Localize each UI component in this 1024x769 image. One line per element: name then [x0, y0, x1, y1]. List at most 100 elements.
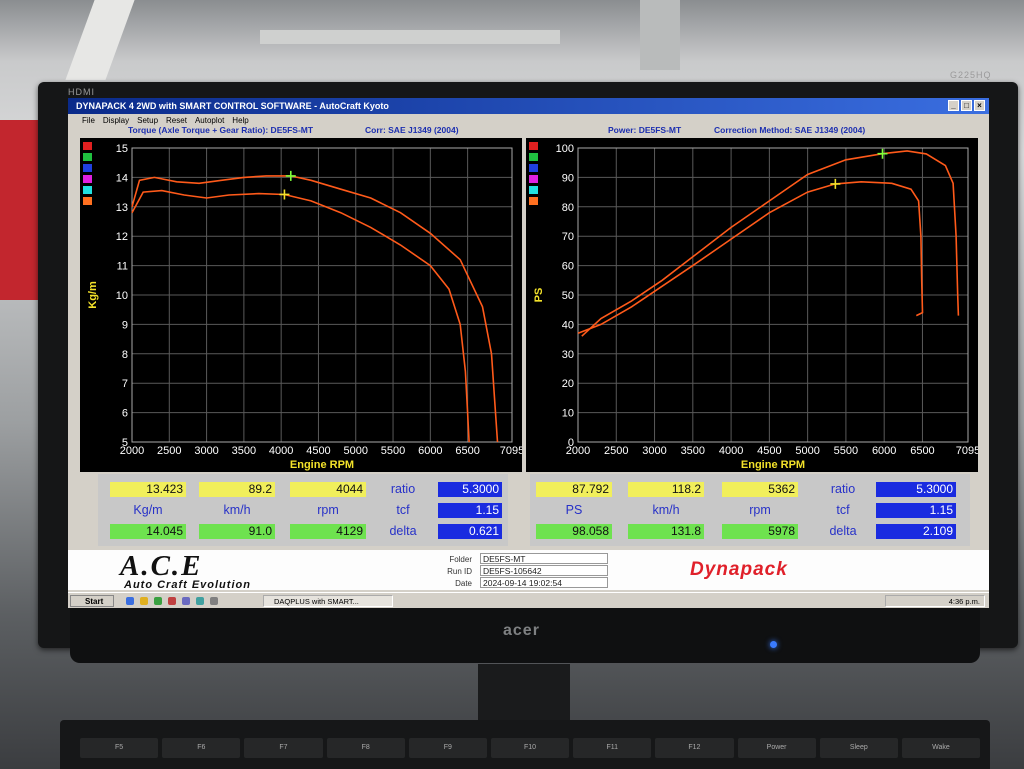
- x-tick-label: 7095: [956, 445, 978, 457]
- x-tick-label: 6000: [418, 445, 442, 457]
- runid-value: DE5FS-105642: [480, 565, 608, 576]
- key-f7[interactable]: F7: [244, 738, 323, 758]
- tcf-value: 1.15: [438, 503, 502, 518]
- quicklaunch-misc-icon[interactable]: [210, 597, 218, 605]
- delta-label: delta: [829, 524, 857, 538]
- torque-value-2: 14.045: [110, 524, 186, 539]
- system-tray-clock: 4:36 p.m.: [885, 595, 985, 607]
- rpm-value-2: 5978: [722, 524, 798, 539]
- menu-file[interactable]: File: [82, 114, 95, 127]
- power-led-icon[interactable]: [770, 641, 777, 648]
- y-tick-label: 6: [122, 408, 128, 420]
- x-tick-label: 3000: [194, 445, 218, 457]
- y-tick-label: 10: [562, 408, 574, 420]
- power-value-1: 87.792: [536, 482, 612, 497]
- rpm-unit: rpm: [749, 503, 771, 517]
- y-tick-label: 30: [562, 349, 574, 361]
- ace-logo-subtitle: Auto Craft Evolution: [124, 579, 251, 591]
- y-tick-label: 9: [122, 319, 128, 331]
- x-tick-label: 5000: [795, 445, 819, 457]
- ceiling-beam: [260, 30, 560, 44]
- power-chart: 2000 2500 3000 3500 4000 4500 5000 5500 6000 6500…: [526, 138, 978, 472]
- close-button[interactable]: ×: [974, 100, 985, 111]
- date-label: Date: [455, 579, 472, 588]
- window-title: DYNAPACK 4 2WD with SMART CONTROL SOFTWA…: [76, 101, 389, 111]
- key-f6[interactable]: F6: [162, 738, 241, 758]
- key-power[interactable]: Power: [737, 738, 816, 758]
- dynapack-logo: Dynapack: [690, 559, 788, 580]
- legend-swatch: [83, 142, 92, 150]
- window-titlebar: DYNAPACK 4 2WD with SMART CONTROL SOFTWA…: [68, 98, 989, 114]
- photo-scene: HDMI G225HQ acer F5 F6 F7 F8 F9 F10 F11 F12 Powe…: [0, 0, 1024, 769]
- quicklaunch-media-icon[interactable]: [168, 597, 176, 605]
- legend-swatch: [529, 186, 538, 194]
- quicklaunch-tool-icon[interactable]: [196, 597, 204, 605]
- x-tick-label: 6000: [872, 445, 896, 457]
- runid-label: Run ID: [447, 567, 472, 576]
- series-line-2: [131, 189, 470, 443]
- torque-readout-panel: 13.423 89.2 4044 Kg/m km/h rpm 14.045 91…: [98, 474, 508, 546]
- y-tick-label: 12: [116, 231, 128, 243]
- key-f5[interactable]: F5: [80, 738, 159, 758]
- taskbar-item-daqplus[interactable]: DAQPLUS with SMART...: [263, 595, 393, 607]
- maximize-button[interactable]: □: [961, 100, 972, 111]
- speed-unit: km/h: [223, 503, 251, 517]
- minimize-button[interactable]: _: [948, 100, 959, 111]
- series-line-1: [131, 175, 499, 443]
- monitor-stand: [478, 664, 570, 724]
- legend-swatch: [83, 186, 92, 194]
- quicklaunch-folder-icon[interactable]: [140, 597, 148, 605]
- legend-swatch: [529, 142, 538, 150]
- key-f10[interactable]: F10: [490, 738, 570, 758]
- folder-value: DE5FS-MT: [480, 553, 608, 564]
- tcf-label: tcf: [836, 503, 850, 517]
- ratio-value: 5.3000: [438, 482, 502, 497]
- y-tick-label: 60: [562, 261, 574, 273]
- x-tick-label: 3000: [642, 445, 666, 457]
- key-f8[interactable]: F8: [326, 738, 405, 758]
- model-label: G225HQ: [950, 70, 992, 80]
- quicklaunch-desktop-icon[interactable]: [182, 597, 190, 605]
- y-tick-label: 40: [562, 319, 574, 331]
- speed-value-1: 89.2: [199, 482, 275, 497]
- start-button[interactable]: Start: [70, 595, 114, 607]
- x-tick-label: 4000: [269, 445, 293, 457]
- tcf-value: 1.15: [876, 503, 956, 518]
- x-tick-label: 2500: [157, 445, 181, 457]
- x-tick-label: 5500: [834, 445, 858, 457]
- key-f12[interactable]: F12: [655, 738, 734, 758]
- y-tick-label: 10: [116, 290, 128, 302]
- torque-correction: Corr: SAE J1349 (2004): [365, 125, 459, 135]
- y-tick-label: 11: [117, 261, 128, 273]
- key-sleep[interactable]: Sleep: [819, 738, 898, 758]
- y-tick-label: 90: [562, 172, 574, 184]
- quicklaunch-ie-icon[interactable]: [126, 597, 134, 605]
- menu-display[interactable]: Display: [103, 114, 129, 127]
- y-tick-label: 7: [122, 378, 128, 390]
- legend-swatch: [529, 164, 538, 172]
- torque-chart-svg: 2000 2500 3000 3500 4000 4500 5000 5500 6000 6500…: [83, 142, 522, 471]
- monitor-brand: acer: [503, 622, 540, 639]
- series-line-2: [577, 180, 924, 334]
- power-value-2: 98.058: [536, 524, 612, 539]
- cursor-marker: [830, 178, 841, 189]
- quicklaunch-app-icon[interactable]: [154, 597, 162, 605]
- legend-swatch: [83, 164, 92, 172]
- key-wake[interactable]: Wake: [901, 738, 981, 758]
- y-tick-label: 70: [562, 231, 574, 243]
- cursor-marker: [877, 148, 888, 159]
- legend-swatch: [529, 197, 538, 205]
- x-tick-label: 4500: [306, 445, 330, 457]
- delta-value: 2.109: [876, 524, 956, 539]
- key-f9[interactable]: F9: [408, 738, 487, 758]
- y-tick-label: 80: [562, 202, 574, 214]
- rpm-value-1: 4044: [290, 482, 366, 497]
- key-f11[interactable]: F11: [573, 738, 652, 758]
- legend-swatch: [83, 175, 92, 183]
- x-tick-label: 6500: [455, 445, 479, 457]
- y-tick-label: 50: [562, 290, 574, 302]
- speed-unit: km/h: [652, 503, 680, 517]
- y-tick-label: 13: [116, 202, 128, 214]
- series-line-1: [581, 150, 960, 337]
- y-tick-label: 15: [116, 143, 128, 155]
